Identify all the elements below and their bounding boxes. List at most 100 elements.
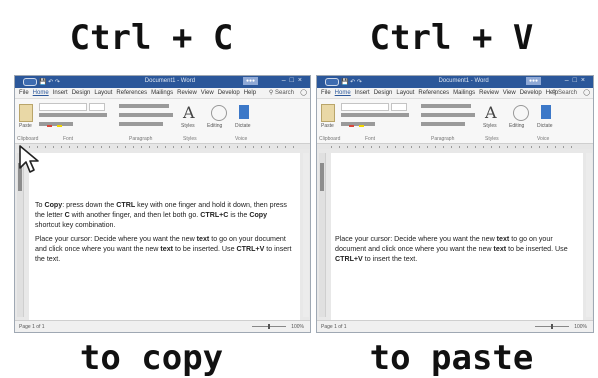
- format-buttons[interactable]: [341, 113, 409, 117]
- font-name-box[interactable]: [39, 103, 87, 111]
- search-label: Search: [557, 90, 577, 96]
- font-color-swatch: [47, 125, 52, 127]
- vertical-ruler: [319, 153, 326, 317]
- group-font: Font: [63, 136, 74, 142]
- share-icon[interactable]: ◯: [583, 88, 590, 98]
- zoom-level[interactable]: 100%: [291, 324, 304, 330]
- editing-label: Editing: [207, 123, 223, 129]
- paragraph-buttons[interactable]: [119, 122, 163, 126]
- page-count: Page 1 of 1: [19, 324, 45, 330]
- quick-access-toolbar[interactable]: 💾 ↶ ↷: [21, 78, 60, 86]
- vertical-scrollbar[interactable]: [303, 153, 309, 317]
- tab-insert[interactable]: Insert: [355, 88, 370, 98]
- tab-review[interactable]: Review: [177, 88, 197, 98]
- search-label: Search: [274, 90, 294, 96]
- styles-label: Styles: [483, 123, 497, 129]
- paragraph-paste-instructions: Place your cursor: Decide where you want…: [35, 235, 292, 263]
- align-buttons[interactable]: [421, 113, 475, 117]
- font-name-box[interactable]: [341, 103, 389, 111]
- window-title: Document1 - Word: [438, 78, 489, 84]
- list-buttons[interactable]: [119, 104, 169, 108]
- tab-references[interactable]: References: [418, 88, 449, 98]
- tab-home[interactable]: Home: [335, 88, 351, 98]
- tab-file[interactable]: File: [19, 88, 29, 98]
- paste-label: Paste: [19, 123, 32, 129]
- tab-mailings[interactable]: Mailings: [151, 88, 173, 98]
- paste-icon[interactable]: [19, 104, 33, 122]
- ribbon-group-labels: Clipboard Font Paragraph Styles Voice: [17, 136, 308, 142]
- tab-design[interactable]: Design: [72, 88, 91, 98]
- tab-design[interactable]: Design: [374, 88, 393, 98]
- window-title: Document1 - Word: [144, 78, 196, 84]
- group-voice: Voice: [537, 136, 550, 142]
- word-window-copy: 💾 ↶ ↷ Document1 - Word ●●● –□× File Home I…: [14, 75, 311, 333]
- tab-develop[interactable]: Develop: [520, 88, 542, 98]
- document-area: To Copy: press down the CTRL key with on…: [15, 149, 310, 321]
- group-styles: Styles: [183, 136, 197, 142]
- ribbon-home: Paste A Styles Editing Dictate Clipboard…: [15, 99, 310, 144]
- format-buttons[interactable]: [39, 113, 107, 117]
- zoom-slider-knob[interactable]: [268, 324, 270, 329]
- styles-icon[interactable]: A: [183, 104, 199, 122]
- editing-search-icon[interactable]: [513, 105, 529, 121]
- vertical-ruler: [17, 153, 24, 317]
- search-box[interactable]: ⚲ Search: [552, 88, 577, 98]
- list-buttons[interactable]: [421, 104, 471, 108]
- window-controls[interactable]: –□×: [282, 77, 306, 84]
- ribbon-tabs: File Home Insert Design Layout References Mail…: [15, 88, 310, 99]
- tab-home[interactable]: Home: [33, 88, 49, 98]
- font-color-buttons[interactable]: [39, 122, 73, 126]
- paste-icon[interactable]: [321, 104, 335, 122]
- highlight-swatch: [359, 125, 364, 127]
- title-bar: 💾 ↶ ↷ Document1 - Word ●●● –□×: [317, 76, 593, 88]
- styles-icon[interactable]: A: [485, 104, 501, 122]
- ribbon-group-labels: Clipboard Font Paragraph Styles Voice: [319, 136, 591, 142]
- editing-search-icon[interactable]: [211, 105, 227, 121]
- paragraph-buttons[interactable]: [421, 122, 465, 126]
- font-size-box[interactable]: [89, 103, 105, 111]
- tab-file[interactable]: File: [321, 88, 331, 98]
- microphone-icon[interactable]: [239, 105, 249, 119]
- editing-label: Editing: [509, 123, 525, 129]
- caption-ctrl-c: Ctrl + C: [69, 18, 234, 58]
- tab-develop[interactable]: Develop: [218, 88, 240, 98]
- tab-review[interactable]: Review: [479, 88, 499, 98]
- tab-layout[interactable]: Layout: [396, 88, 414, 98]
- title-bar: 💾 ↶ ↷ Document1 - Word ●●● –□×: [15, 76, 310, 88]
- highlight-swatch: [57, 125, 62, 127]
- document-area: Place your cursor: Decide where you want…: [317, 149, 593, 321]
- zoom-level[interactable]: 100%: [574, 324, 587, 330]
- microphone-icon[interactable]: [541, 105, 551, 119]
- share-icon[interactable]: ◯: [300, 88, 307, 98]
- document-page[interactable]: To Copy: press down the CTRL key with on…: [29, 153, 300, 321]
- sign-in-button[interactable]: ●●●: [525, 77, 541, 85]
- zoom-slider-knob[interactable]: [551, 324, 553, 329]
- autosave-toggle[interactable]: [325, 78, 339, 86]
- tab-view[interactable]: View: [201, 88, 214, 98]
- font-size-box[interactable]: [391, 103, 407, 111]
- paragraph-paste-instructions: Place your cursor: Decide where you want…: [335, 235, 568, 263]
- quick-access-toolbar[interactable]: 💾 ↶ ↷: [323, 78, 362, 86]
- tab-insert[interactable]: Insert: [53, 88, 68, 98]
- vertical-scrollbar[interactable]: [586, 153, 592, 317]
- tab-references[interactable]: References: [116, 88, 147, 98]
- search-box[interactable]: ⚲ Search: [269, 88, 294, 98]
- sign-in-button[interactable]: ●●●: [242, 77, 258, 85]
- dictate-label: Dictate: [537, 123, 553, 129]
- tab-help[interactable]: Help: [244, 88, 256, 98]
- tab-layout[interactable]: Layout: [94, 88, 112, 98]
- font-color-swatch: [349, 125, 354, 127]
- status-bar: Page 1 of 1 100%: [15, 320, 310, 332]
- document-page[interactable]: Place your cursor: Decide where you want…: [331, 153, 583, 321]
- group-styles: Styles: [485, 136, 499, 142]
- group-clipboard: Clipboard: [17, 136, 39, 142]
- tab-view[interactable]: View: [503, 88, 516, 98]
- align-buttons[interactable]: [119, 113, 173, 117]
- font-color-buttons[interactable]: [341, 122, 375, 126]
- window-controls[interactable]: –□×: [565, 77, 589, 84]
- tab-mailings[interactable]: Mailings: [453, 88, 475, 98]
- paragraph-copy-instructions: To Copy: press down the CTRL key with on…: [35, 201, 287, 229]
- autosave-toggle[interactable]: [23, 78, 37, 86]
- caption-to-paste: to paste: [369, 338, 534, 378]
- caption-ctrl-v: Ctrl + V: [369, 18, 534, 58]
